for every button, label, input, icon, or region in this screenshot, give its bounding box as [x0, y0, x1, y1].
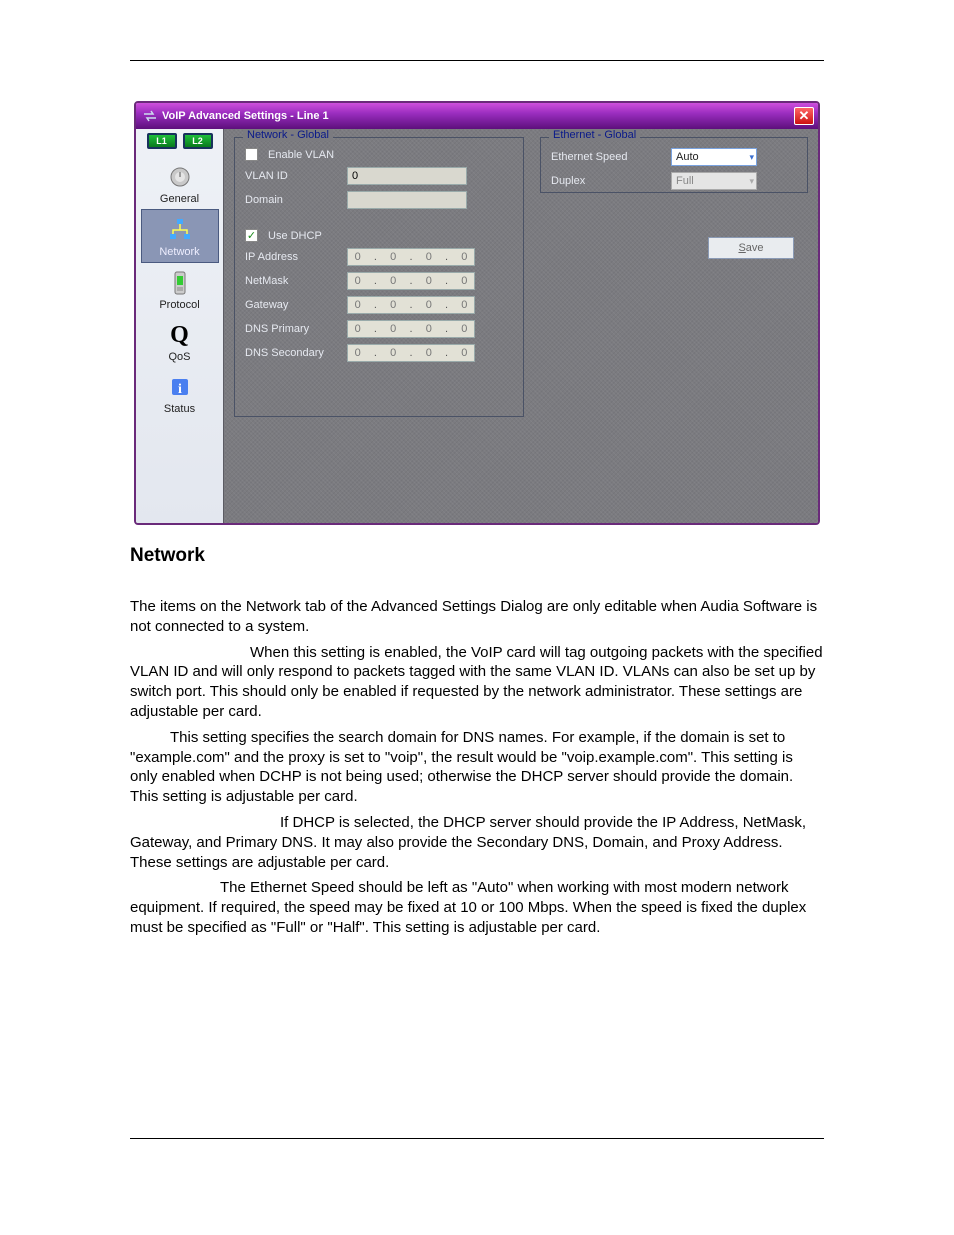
section-heading: Network [130, 545, 824, 567]
close-icon: ✕ [799, 108, 810, 124]
arrows-icon [142, 109, 158, 123]
nav-label: General [160, 193, 199, 205]
paragraph-domain: This setting specifies the search domain… [130, 728, 824, 807]
domain-label: Domain [245, 194, 337, 206]
ethernet-global-group: Ethernet - Global Ethernet Speed Auto ▾ … [540, 137, 808, 193]
group-legend: Ethernet - Global [549, 129, 640, 141]
paragraph-ethernet: The Ethernet Speed should be left as "Au… [130, 878, 824, 937]
group-legend: Network - Global [243, 129, 333, 141]
duplex-select[interactable]: Full ▾ [671, 172, 757, 190]
nav-label: QoS [168, 351, 190, 363]
dns-primary-label: DNS Primary [245, 323, 337, 335]
nav-network[interactable]: Network [141, 209, 219, 263]
dns-secondary-label: DNS Secondary [245, 347, 337, 359]
enable-vlan-checkbox[interactable] [245, 148, 258, 161]
select-value: Auto [676, 151, 699, 163]
info-icon: i [166, 373, 194, 401]
select-value: Full [676, 175, 694, 187]
paragraph-intro: The items on the Network tab of the Adva… [130, 597, 824, 637]
dns-primary-input[interactable]: 0.0.0.0 [347, 320, 475, 338]
titlebar: VoIP Advanced Settings - Line 1 ✕ [136, 103, 818, 129]
gateway-label: Gateway [245, 299, 337, 311]
duplex-label: Duplex [551, 175, 661, 187]
network-icon [166, 216, 194, 244]
nav-label: Status [164, 403, 195, 415]
line-tab-l2[interactable]: L2 [183, 133, 213, 149]
nav-qos[interactable]: Q QoS [141, 315, 219, 367]
document-body: Network The items on the Network tab of … [130, 545, 824, 938]
svg-text:i: i [178, 382, 182, 397]
save-button[interactable]: Save [708, 237, 794, 259]
netmask-input[interactable]: 0.0.0.0 [347, 272, 475, 290]
enable-vlan-label: Enable VLAN [268, 149, 334, 161]
nav-label: Network [159, 246, 199, 258]
paragraph-dhcp: If DHCP is selected, the DHCP server sho… [130, 813, 824, 872]
domain-input[interactable] [347, 191, 467, 209]
vlan-id-input[interactable] [347, 167, 467, 185]
chevron-down-icon: ▾ [749, 152, 754, 163]
use-dhcp-label: Use DHCP [268, 230, 322, 242]
sidebar: L1 L2 General Network [136, 129, 224, 523]
chevron-down-icon: ▾ [749, 176, 754, 187]
ip-address-label: IP Address [245, 251, 337, 263]
close-button[interactable]: ✕ [794, 107, 814, 125]
phone-icon [166, 269, 194, 297]
network-global-group: Network - Global Enable VLAN VLAN ID Dom… [234, 137, 524, 417]
window-title: VoIP Advanced Settings - Line 1 [162, 110, 329, 122]
save-label-rest: ave [746, 242, 764, 254]
vlan-id-label: VLAN ID [245, 170, 337, 182]
nav-general[interactable]: General [141, 157, 219, 209]
knob-icon [166, 163, 194, 191]
network-panel: Network - Global Enable VLAN VLAN ID Dom… [224, 129, 818, 523]
paragraph-vlan: When this setting is enabled, the VoIP c… [130, 643, 824, 722]
q-icon: Q [166, 321, 194, 349]
ip-address-input[interactable]: 0.0.0.0 [347, 248, 475, 266]
netmask-label: NetMask [245, 275, 337, 287]
dns-secondary-input[interactable]: 0.0.0.0 [347, 344, 475, 362]
nav-status[interactable]: i Status [141, 367, 219, 419]
ethernet-speed-label: Ethernet Speed [551, 151, 661, 163]
voip-settings-dialog: VoIP Advanced Settings - Line 1 ✕ L1 L2 … [134, 101, 820, 525]
gateway-input[interactable]: 0.0.0.0 [347, 296, 475, 314]
use-dhcp-checkbox[interactable] [245, 229, 258, 242]
nav-label: Protocol [159, 299, 199, 311]
nav-protocol[interactable]: Protocol [141, 263, 219, 315]
line-tab-l1[interactable]: L1 [147, 133, 177, 149]
ethernet-speed-select[interactable]: Auto ▾ [671, 148, 757, 166]
